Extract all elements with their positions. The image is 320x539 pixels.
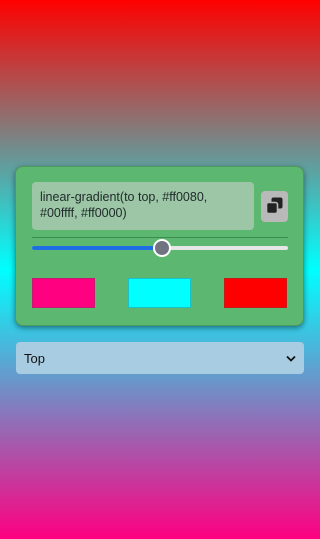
color-stop-slider[interactable] (32, 239, 288, 259)
copy-icon (265, 197, 283, 217)
direction-select[interactable]: Top (16, 342, 304, 374)
color-swatch-1[interactable] (32, 278, 95, 308)
chevron-down-icon (286, 351, 296, 366)
divider (32, 237, 288, 238)
direction-select-value: Top (24, 350, 45, 366)
gradient-panel: linear-gradient(to top, #ff0080, #00ffff… (15, 166, 304, 326)
slider-thumb[interactable] (153, 239, 171, 257)
color-swatch-3[interactable] (224, 278, 287, 308)
copy-button[interactable] (261, 191, 288, 222)
gradient-css-output: linear-gradient(to top, #ff0080, #00ffff… (32, 182, 254, 230)
color-swatch-2[interactable] (128, 278, 191, 308)
slider-fill (32, 246, 160, 250)
